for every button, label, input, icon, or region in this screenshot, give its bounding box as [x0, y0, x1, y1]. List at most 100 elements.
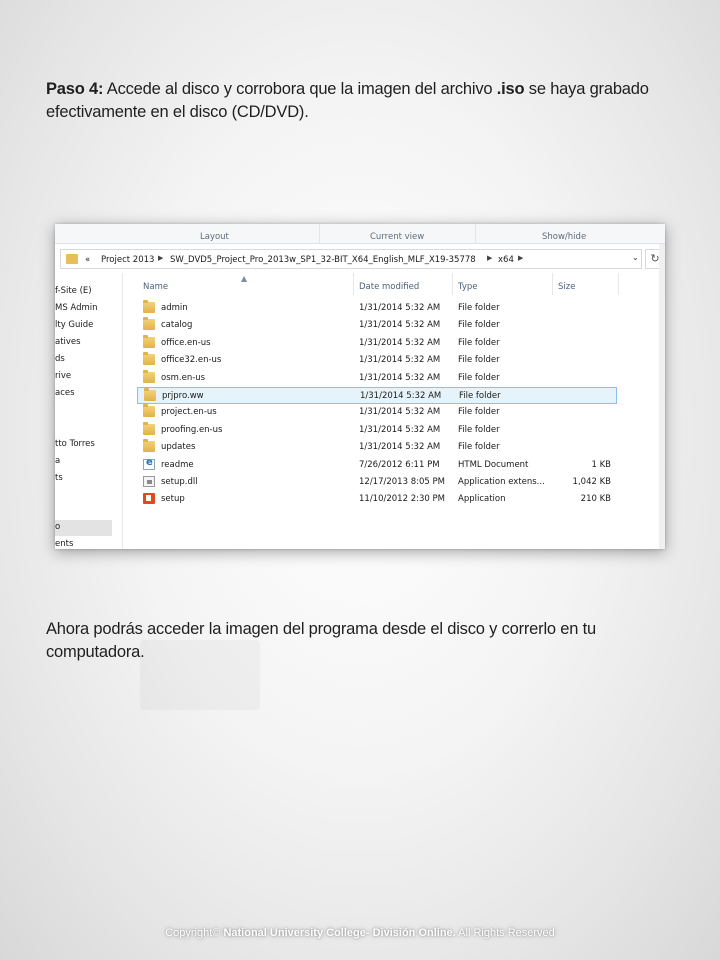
file-date-modified: 1/31/2014 5:32 AM: [359, 442, 441, 453]
address-bar-row: « Project 2013 ▶ SW_DVD5_Project_Pro_201…: [55, 245, 665, 273]
nav-item[interactable]: aces: [55, 388, 75, 398]
file-type: File folder: [458, 372, 500, 383]
file-date-modified: 1/31/2014 5:32 AM: [359, 424, 441, 435]
nav-item[interactable]: ts: [55, 473, 63, 483]
file-type: Application: [458, 494, 506, 505]
folder-icon: [66, 254, 78, 264]
ribbon-group-layout[interactable]: Layout: [200, 232, 229, 242]
file-type: File folder: [458, 442, 500, 453]
file-name: prjpro.ww: [162, 391, 204, 401]
breadcrumb-dvd[interactable]: SW_DVD5_Project_Pro_2013w_SP1_32-BIT_X64…: [170, 255, 476, 265]
file-date-modified: 1/31/2014 5:32 AM: [359, 320, 441, 331]
nav-item[interactable]: atives: [55, 337, 81, 347]
file-name: osm.en-us: [161, 372, 206, 383]
table-row[interactable]: project.en-us 1/31/2014 5:32 AM File folde…: [137, 404, 617, 421]
file-name: updates: [161, 442, 196, 453]
file-date-modified: 12/17/2013 8:05 PM: [359, 477, 445, 487]
file-date-modified: 1/31/2014 5:32 AM: [360, 391, 442, 401]
nav-item[interactable]: ds: [55, 354, 65, 364]
table-row[interactable]: setup.dll 12/17/2013 8:05 PM Application e…: [137, 474, 617, 491]
table-row[interactable]: admin 1/31/2014 5:32 AM File folder: [137, 300, 617, 317]
table-row[interactable]: proofing.en-us 1/31/2014 5:32 AM File fold…: [137, 421, 617, 439]
file-size: 1 KB: [591, 459, 611, 470]
file-type: File folder: [459, 391, 501, 401]
folder-icon: [143, 317, 155, 331]
file-type: File folder: [458, 355, 500, 366]
office-setup-icon: [143, 493, 155, 505]
nav-selection: [55, 520, 112, 536]
file-name: office.en-us: [161, 337, 211, 348]
folder-icon: [143, 369, 155, 383]
file-name: office32.en-us: [161, 355, 222, 366]
ribbon-group-current-view[interactable]: Current view: [370, 232, 424, 242]
table-row[interactable]: office32.en-us 1/31/2014 5:32 AM File fold…: [137, 352, 617, 369]
navigation-pane: f-Site (E) MS Admin lty Guide atives ds …: [55, 273, 123, 549]
step-label: Paso 4:: [46, 80, 104, 98]
file-name: project.en-us: [161, 407, 217, 418]
folder-icon: [143, 439, 155, 453]
folder-icon: [144, 388, 156, 401]
table-row[interactable]: updates 1/31/2014 5:32 AM File folder: [137, 439, 617, 456]
column-name[interactable]: Name: [143, 282, 168, 292]
nav-item[interactable]: f-Site (E): [55, 286, 92, 296]
chevron-right-icon[interactable]: ▶: [158, 254, 163, 262]
file-date-modified: 1/31/2014 5:32 AM: [359, 407, 441, 418]
file-type: File folder: [458, 303, 500, 313]
copyright-footer: Copyright© National University College- …: [0, 927, 720, 939]
column-size[interactable]: Size: [558, 282, 575, 292]
folder-icon: [143, 404, 155, 418]
table-row[interactable]: office.en-us 1/31/2014 5:32 AM File folder: [137, 334, 617, 352]
nav-item-selected[interactable]: o: [55, 522, 60, 532]
file-type: File folder: [458, 337, 500, 348]
nav-item[interactable]: lty Guide: [55, 320, 93, 330]
chevron-down-icon[interactable]: ⌄: [632, 253, 639, 262]
folder-icon: [143, 300, 155, 313]
table-row[interactable]: osm.en-us 1/31/2014 5:32 AM File folder: [137, 369, 617, 387]
column-type[interactable]: Type: [458, 282, 478, 292]
sort-ascending-icon: ▲: [241, 274, 248, 283]
file-date-modified: 11/10/2012 2:30 PM: [359, 494, 445, 505]
breadcrumb-overflow[interactable]: «: [85, 255, 90, 265]
file-name: proofing.en-us: [161, 424, 223, 435]
html-document-icon: [143, 457, 155, 470]
nav-item[interactable]: a: [55, 456, 60, 466]
file-date-modified: 1/31/2014 5:32 AM: [359, 355, 441, 366]
scrollbar[interactable]: [659, 244, 665, 549]
ribbon-group-show-hide[interactable]: Show/hide: [542, 232, 586, 242]
file-name: setup: [161, 494, 185, 505]
file-size: 1,042 KB: [572, 477, 611, 487]
file-type: File folder: [458, 407, 500, 418]
nav-item[interactable]: rive: [55, 371, 71, 381]
table-row[interactable]: catalog 1/31/2014 5:32 AM File folder: [137, 317, 617, 334]
folder-icon: [143, 421, 155, 435]
table-row[interactable]: prjpro.ww 1/31/2014 5:32 AM File folder: [137, 387, 617, 404]
nav-item[interactable]: MS Admin: [55, 303, 98, 313]
column-date-modified[interactable]: Date modified: [359, 282, 419, 292]
file-name: readme: [161, 459, 194, 470]
footer-suffix: All Rights Reserved: [455, 927, 555, 939]
file-date-modified: 1/31/2014 5:32 AM: [359, 303, 441, 313]
breadcrumb-project-2013[interactable]: Project 2013: [101, 255, 154, 265]
column-headers: ▲ Name Date modified Type Size: [137, 273, 619, 301]
address-bar[interactable]: « Project 2013 ▶ SW_DVD5_Project_Pro_201…: [60, 249, 642, 269]
file-name: admin: [161, 303, 188, 313]
breadcrumb-x64[interactable]: x64: [498, 255, 514, 265]
file-date-modified: 1/31/2014 5:32 AM: [359, 372, 441, 383]
file-name: setup.dll: [161, 477, 198, 487]
footer-prefix: Copyright©: [165, 927, 224, 939]
file-type: File folder: [458, 320, 500, 331]
table-row[interactable]: readme 7/26/2012 6:11 PM HTML Document 1 KB: [137, 457, 617, 474]
closing-paragraph: Ahora podrás acceder la imagen del progr…: [46, 620, 596, 661]
folder-icon: [143, 352, 155, 366]
file-date-modified: 7/26/2012 6:11 PM: [359, 459, 440, 470]
file-list: ▲ Name Date modified Type Size admin 1/31…: [137, 273, 665, 549]
nav-item[interactable]: ents: [55, 539, 73, 549]
nav-item[interactable]: tto Torres: [55, 439, 95, 449]
folder-icon: [143, 334, 155, 348]
dll-icon: [143, 476, 155, 487]
explorer-screenshot: Layout Current view Show/hide « Project …: [55, 224, 665, 549]
chevron-right-icon[interactable]: ▶: [487, 254, 492, 262]
footer-org: National University College- División On…: [223, 927, 456, 939]
table-row[interactable]: setup 11/10/2012 2:30 PM Application 210 KB: [137, 491, 617, 508]
chevron-right-icon[interactable]: ▶: [518, 254, 523, 262]
